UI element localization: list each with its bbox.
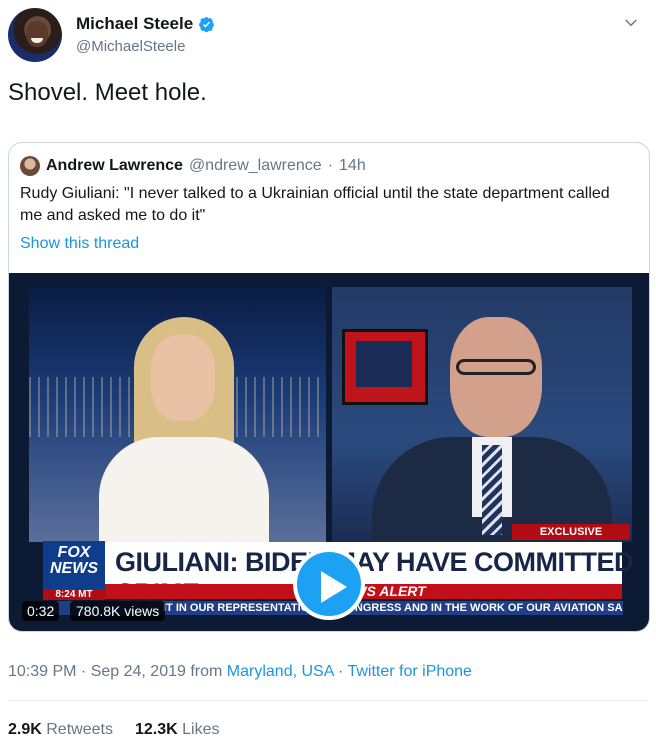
author-handle[interactable]: @MichaelSteele (76, 38, 185, 55)
fox-logo-line2: NEWS (50, 560, 98, 577)
quoted-separator: · (327, 157, 334, 174)
stats-divider (8, 700, 648, 701)
tweet-timestamp[interactable]: 10:39 PM · Sep 24, 2019 from (8, 663, 227, 680)
likes-label: Likes (182, 721, 220, 738)
quoted-author-avatar (20, 156, 40, 176)
video-duration: 0:32 (22, 601, 60, 621)
play-button[interactable] (293, 548, 365, 620)
tweet-stats: 2.9K Retweets 12.3K Likes (8, 721, 219, 739)
video-guest-head (450, 317, 542, 437)
video-host-body (99, 437, 269, 547)
quoted-tweet-header: Andrew Lawrence @ndrew_lawrence · 14h (20, 156, 366, 176)
video-studio-screen-inner (356, 341, 412, 387)
tweet-timestamp-row: 10:39 PM · Sep 24, 2019 from Maryland, U… (8, 663, 472, 681)
video-guest-glasses (456, 359, 536, 375)
play-icon (321, 571, 347, 603)
likes-count: 12.3K (134, 721, 178, 738)
quoted-tweet-text: Rudy Giuliani: "I never talked to a Ukra… (20, 185, 610, 224)
chevron-down-icon[interactable] (622, 14, 640, 32)
retweets-label: Retweets (46, 721, 113, 738)
tweet-location-link[interactable]: Maryland, USA (227, 663, 334, 680)
verified-badge-icon (199, 16, 215, 32)
tweet-text: Shovel. Meet hole. (8, 79, 207, 106)
avatar-face (26, 21, 48, 47)
quoted-author-name: Andrew Lawrence (46, 157, 183, 174)
video-right-panel (332, 287, 632, 547)
author-name-row: Michael Steele (76, 14, 215, 34)
retweets-count: 2.9K (8, 721, 42, 738)
video-headline: GIULIANI: BIDEN MAY HAVE COMMITTED CRIME (115, 547, 634, 608)
tweet-source-link[interactable]: Twitter for iPhone (347, 663, 472, 680)
quoted-tweet-card[interactable]: Andrew Lawrence @ndrew_lawrence · 14h Ru… (8, 142, 650, 632)
video-player[interactable]: EXCLUSIVE FOX NEWS 8:24 MT GIULIANI: BID… (9, 273, 649, 631)
video-left-panel (29, 287, 326, 547)
author-avatar[interactable] (8, 8, 62, 62)
tweet-header: Michael Steele @MichaelSteele (8, 8, 648, 64)
fox-logo-time: 8:24 MT (43, 589, 105, 600)
fox-logo-line1: FOX (57, 544, 91, 561)
video-view-count: 780.8K views (70, 601, 166, 621)
video-guest-tie (482, 445, 502, 535)
retweets-stat[interactable]: 2.9K Retweets (8, 721, 113, 739)
video-exclusive-tag: EXCLUSIVE (512, 524, 630, 540)
quoted-author-handle: @ndrew_lawrence (188, 157, 322, 174)
timestamp-separator: · (333, 663, 348, 680)
show-thread-link[interactable]: Show this thread (20, 235, 139, 253)
quoted-age: 14h (339, 157, 366, 174)
author-display-name[interactable]: Michael Steele (76, 14, 193, 34)
fox-news-logo: FOX NEWS (43, 541, 105, 589)
likes-stat[interactable]: 12.3K Likes (135, 721, 220, 739)
video-host-head (151, 335, 215, 421)
